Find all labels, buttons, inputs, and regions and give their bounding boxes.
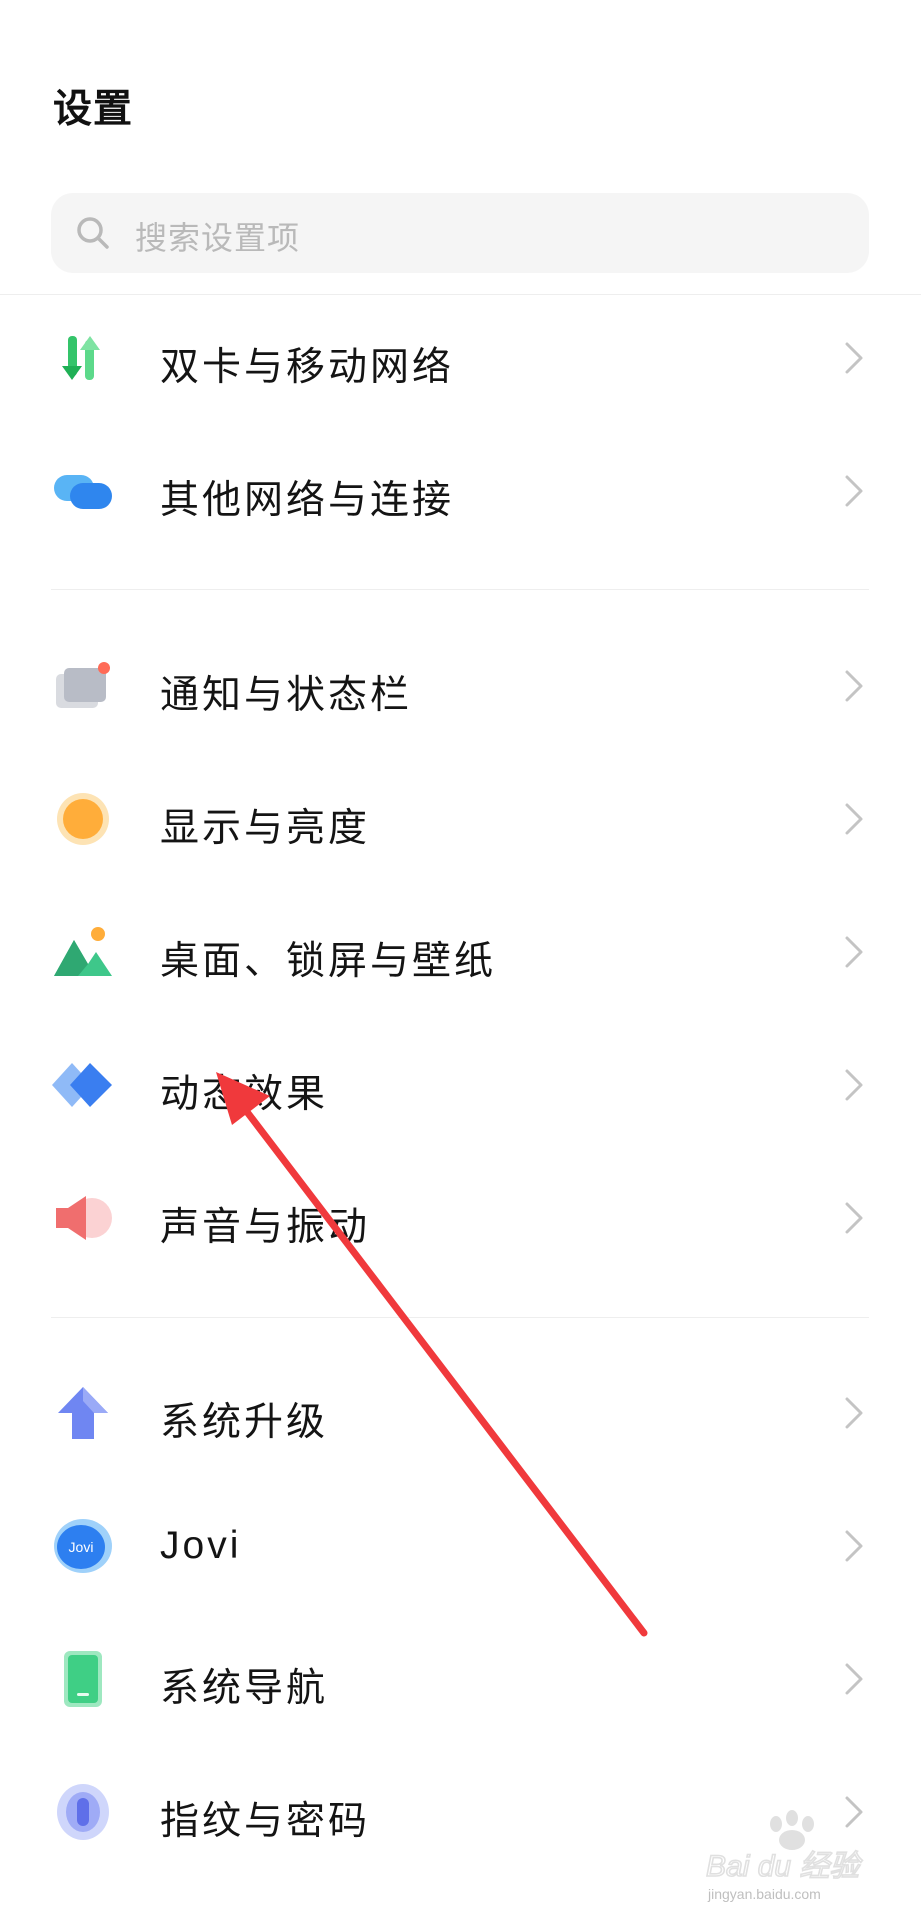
setting-label: 双卡与移动网络	[160, 346, 455, 389]
watermark-logo: Bai du 经验	[705, 1810, 864, 1884]
search-placeholder: 搜索设置项	[135, 220, 301, 256]
setting-notifications[interactable]: 通知与状态栏	[0, 626, 921, 746]
network-connection-icon	[52, 463, 114, 519]
chevron-right-icon	[845, 342, 863, 374]
chevron-right-icon	[845, 1202, 863, 1234]
setting-other-networks[interactable]: 其他网络与连接	[0, 431, 921, 551]
notification-icon	[52, 658, 114, 714]
search-icon	[77, 217, 109, 249]
setting-label: Jovi	[160, 1524, 242, 1567]
chevron-right-icon	[845, 936, 863, 968]
chevron-right-icon	[845, 1663, 863, 1695]
section-divider	[51, 1317, 869, 1318]
setting-jovi[interactable]: Jovi Jovi	[0, 1486, 921, 1606]
setting-display-brightness[interactable]: 显示与亮度	[0, 759, 921, 879]
section-divider	[51, 589, 869, 590]
watermark-text: Bai du 经验	[706, 1850, 863, 1883]
search-bar[interactable]: 搜索设置项	[51, 193, 869, 273]
navigation-icon	[52, 1651, 114, 1707]
chevron-right-icon	[845, 1069, 863, 1101]
chevron-right-icon	[845, 475, 863, 507]
setting-label: 显示与亮度	[160, 807, 371, 850]
setting-label: 指纹与密码	[160, 1800, 371, 1843]
chevron-right-icon	[845, 1530, 863, 1562]
setting-label: 声音与振动	[160, 1206, 371, 1249]
chevron-right-icon	[845, 670, 863, 702]
setting-label: 其他网络与连接	[160, 479, 455, 522]
chevron-right-icon	[845, 1397, 863, 1429]
setting-label: 系统导航	[160, 1667, 329, 1710]
fingerprint-icon	[52, 1784, 114, 1840]
page-title: 设置	[53, 88, 134, 131]
setting-system-upgrade[interactable]: 系统升级	[0, 1353, 921, 1473]
watermark-url: jingyan.baidu.com	[708, 1886, 821, 1902]
jovi-icon-text: Jovi	[69, 1539, 94, 1555]
dual-sim-icon	[52, 330, 114, 386]
wallpaper-icon	[52, 924, 114, 980]
jovi-icon: Jovi	[52, 1518, 114, 1574]
sound-icon	[52, 1190, 114, 1246]
setting-sound-vibration[interactable]: 声音与振动	[0, 1158, 921, 1278]
setting-dual-sim[interactable]: 双卡与移动网络	[0, 298, 921, 418]
setting-label: 动态效果	[160, 1073, 329, 1116]
setting-dynamic-effects[interactable]: 动态效果	[0, 1025, 921, 1145]
setting-label: 桌面、锁屏与壁纸	[160, 940, 497, 983]
setting-label: 系统升级	[160, 1401, 329, 1444]
chevron-right-icon	[845, 803, 863, 835]
setting-label: 通知与状态栏	[160, 674, 413, 717]
brightness-icon	[52, 791, 114, 847]
upgrade-icon	[52, 1385, 114, 1441]
setting-system-navigation[interactable]: 系统导航	[0, 1619, 921, 1739]
header-divider	[0, 294, 921, 295]
setting-desktop-lockscreen-wallpaper[interactable]: 桌面、锁屏与壁纸	[0, 892, 921, 1012]
animation-icon	[52, 1057, 114, 1113]
